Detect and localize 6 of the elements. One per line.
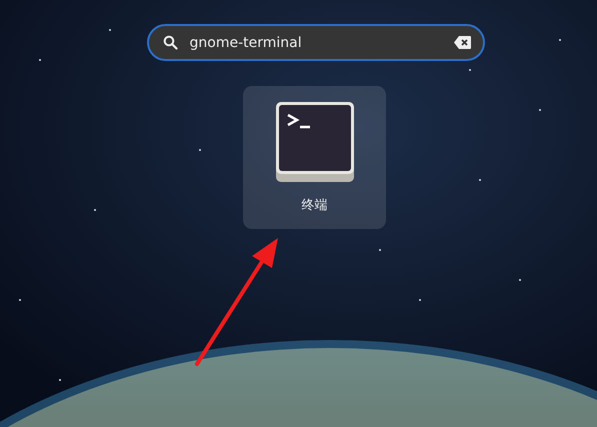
search-icon bbox=[162, 35, 178, 50]
search-field[interactable]: gnome-terminal bbox=[146, 24, 484, 61]
app-result-tile[interactable]: 终端 bbox=[243, 86, 386, 229]
terminal-icon bbox=[276, 102, 354, 182]
clear-icon[interactable] bbox=[454, 36, 470, 49]
search-input[interactable]: gnome-terminal bbox=[190, 34, 442, 50]
